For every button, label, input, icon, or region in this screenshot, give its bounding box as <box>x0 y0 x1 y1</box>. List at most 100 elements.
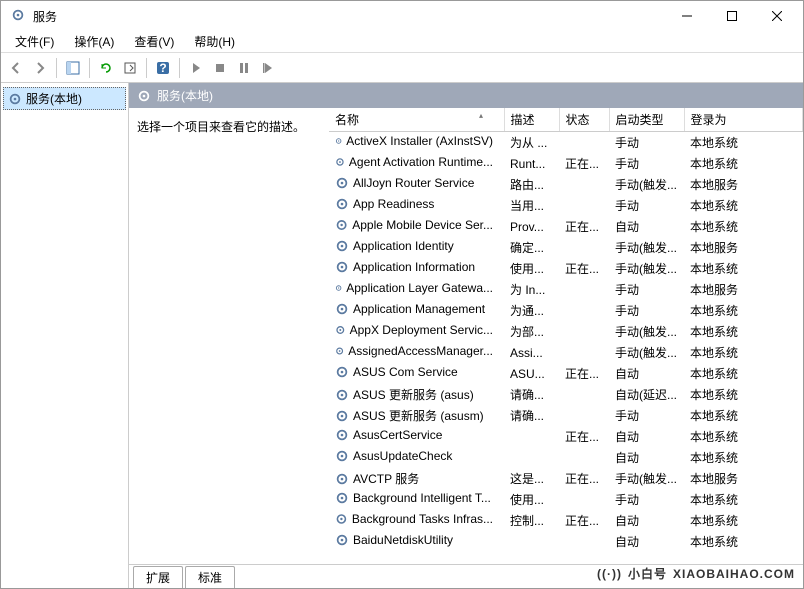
service-desc: 当用... <box>504 195 559 216</box>
col-logon[interactable]: 登录为 <box>684 108 803 132</box>
restart-service-button[interactable] <box>257 57 279 79</box>
service-name: AppX Deployment Servic... <box>329 321 499 339</box>
gear-icon <box>137 89 151 103</box>
service-row[interactable]: App Readiness当用...手动本地系统 <box>329 195 803 216</box>
service-desc: 路由... <box>504 174 559 195</box>
service-row[interactable]: Agent Activation Runtime...Runt...正在...手… <box>329 153 803 174</box>
column-headers[interactable]: 名称 描述 状态 启动类型 登录为 <box>329 108 803 132</box>
close-button[interactable] <box>754 2 799 30</box>
show-hide-tree-button[interactable] <box>62 57 84 79</box>
tab-extended[interactable]: 扩展 <box>133 566 183 588</box>
service-desc <box>504 447 559 468</box>
menu-view[interactable]: 查看(V) <box>124 31 184 52</box>
service-desc: 确定... <box>504 237 559 258</box>
service-logon: 本地系统 <box>684 132 803 154</box>
service-row[interactable]: AsusCertService正在...自动本地系统 <box>329 426 803 447</box>
col-desc[interactable]: 描述 <box>504 108 559 132</box>
menu-action[interactable]: 操作(A) <box>64 31 124 52</box>
export-button[interactable] <box>119 57 141 79</box>
service-logon: 本地系统 <box>684 216 803 237</box>
service-start: 手动(触发... <box>609 258 684 279</box>
service-start: 手动 <box>609 489 684 510</box>
menubar: 文件(F) 操作(A) 查看(V) 帮助(H) <box>1 31 803 53</box>
service-row[interactable]: AsusUpdateCheck自动本地系统 <box>329 447 803 468</box>
service-row[interactable]: ASUS 更新服务 (asusm)请确...手动本地系统 <box>329 405 803 426</box>
service-row[interactable]: AllJoyn Router Service路由...手动(触发...本地服务 <box>329 174 803 195</box>
forward-button[interactable] <box>29 57 51 79</box>
service-name: Agent Activation Runtime... <box>329 153 499 171</box>
service-desc: 为从 ... <box>504 132 559 154</box>
service-logon: 本地服务 <box>684 237 803 258</box>
service-start: 自动 <box>609 447 684 468</box>
service-row[interactable]: Background Tasks Infras...控制...正在...自动本地… <box>329 510 803 531</box>
service-status <box>559 531 609 552</box>
service-logon: 本地系统 <box>684 426 803 447</box>
service-name: Application Layer Gatewa... <box>329 279 499 297</box>
body: 服务(本地) 服务(本地) 选择一个项目来查看它的描述。 名称 描述 状态 启动… <box>1 83 803 588</box>
menu-help[interactable]: 帮助(H) <box>184 31 245 52</box>
service-name: ASUS 更新服务 (asus) <box>329 384 499 405</box>
maximize-button[interactable] <box>709 2 754 30</box>
service-status <box>559 321 609 342</box>
col-name[interactable]: 名称 <box>329 108 504 132</box>
pause-service-button[interactable] <box>233 57 255 79</box>
service-status: 正在... <box>559 468 609 489</box>
tree-item-services-local[interactable]: 服务(本地) <box>3 87 126 110</box>
service-row[interactable]: ActiveX Installer (AxInstSV)为从 ...手动本地系统 <box>329 132 803 154</box>
app-icon <box>11 8 27 24</box>
service-logon: 本地服务 <box>684 468 803 489</box>
refresh-button[interactable] <box>95 57 117 79</box>
service-row[interactable]: ASUS Com ServiceASU...正在...自动本地系统 <box>329 363 803 384</box>
service-row[interactable]: Application Information使用...正在...手动(触发..… <box>329 258 803 279</box>
col-status[interactable]: 状态 <box>559 108 609 132</box>
stop-service-button[interactable] <box>209 57 231 79</box>
service-row[interactable]: AppX Deployment Servic...为部...手动(触发...本地… <box>329 321 803 342</box>
service-row[interactable]: BaiduNetdiskUtility自动本地系统 <box>329 531 803 552</box>
service-status <box>559 384 609 405</box>
service-desc <box>504 531 559 552</box>
service-row[interactable]: ASUS 更新服务 (asus)请确...自动(延迟...本地系统 <box>329 384 803 405</box>
minimize-button[interactable] <box>664 2 709 30</box>
service-row[interactable]: Application Management为通...手动本地系统 <box>329 300 803 321</box>
right-pane: 服务(本地) 选择一个项目来查看它的描述。 名称 描述 状态 启动类型 登录为 <box>129 83 803 588</box>
tree-pane[interactable]: 服务(本地) <box>1 83 129 588</box>
service-row[interactable]: Apple Mobile Device Ser...Prov...正在...自动… <box>329 216 803 237</box>
service-start: 手动 <box>609 405 684 426</box>
service-status <box>559 447 609 468</box>
menu-file[interactable]: 文件(F) <box>5 31 64 52</box>
start-service-button[interactable] <box>185 57 207 79</box>
service-row[interactable]: AVCTP 服务这是...正在...手动(触发...本地服务 <box>329 468 803 489</box>
panel-header: 服务(本地) <box>129 83 803 108</box>
back-button[interactable] <box>5 57 27 79</box>
service-desc: 控制... <box>504 510 559 531</box>
service-status <box>559 300 609 321</box>
help-button[interactable]: ? <box>152 57 174 79</box>
service-desc: Assi... <box>504 342 559 363</box>
col-start[interactable]: 启动类型 <box>609 108 684 132</box>
service-logon: 本地系统 <box>684 510 803 531</box>
service-logon: 本地服务 <box>684 279 803 300</box>
separator <box>89 58 90 78</box>
service-row[interactable]: Application Identity确定...手动(触发...本地服务 <box>329 237 803 258</box>
service-row[interactable]: Application Layer Gatewa...为 In...手动本地服务 <box>329 279 803 300</box>
service-status <box>559 132 609 154</box>
service-logon: 本地系统 <box>684 300 803 321</box>
watermark: ((·)) 小白号 XIAOBAIHAO.COM <box>597 565 795 582</box>
services-list[interactable]: 名称 描述 状态 启动类型 登录为 ActiveX Installer (AxI… <box>329 108 803 564</box>
service-name: ActiveX Installer (AxInstSV) <box>329 132 499 150</box>
service-desc: 为部... <box>504 321 559 342</box>
service-start: 自动(延迟... <box>609 384 684 405</box>
service-logon: 本地系统 <box>684 321 803 342</box>
tab-standard[interactable]: 标准 <box>185 566 235 588</box>
service-name: BaiduNetdiskUtility <box>329 531 499 549</box>
service-start: 自动 <box>609 510 684 531</box>
service-start: 手动 <box>609 300 684 321</box>
service-desc: Runt... <box>504 153 559 174</box>
service-logon: 本地服务 <box>684 174 803 195</box>
service-row[interactable]: AssignedAccessManager...Assi...手动(触发...本… <box>329 342 803 363</box>
separator <box>179 58 180 78</box>
service-row[interactable]: Background Intelligent T...使用...手动本地系统 <box>329 489 803 510</box>
service-status: 正在... <box>559 216 609 237</box>
service-name: Apple Mobile Device Ser... <box>329 216 499 234</box>
service-logon: 本地系统 <box>684 363 803 384</box>
